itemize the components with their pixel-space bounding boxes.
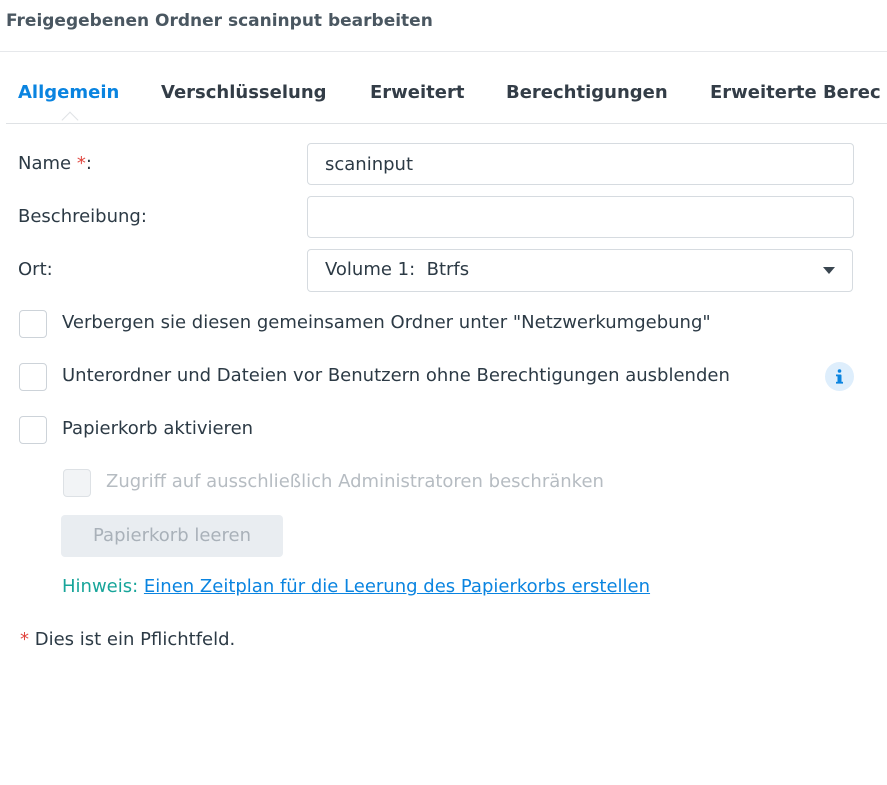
hide-subfolders-checkbox[interactable] <box>19 363 47 391</box>
recycle-bin-label: Papierkorb aktivieren <box>62 418 254 439</box>
required-mark: * <box>20 629 29 650</box>
recycle-bin-checkbox[interactable] <box>19 416 47 444</box>
name-input[interactable] <box>307 143 854 185</box>
admin-only-checkbox[interactable] <box>63 469 91 497</box>
empty-recycle-bin-button[interactable]: Papierkorb leeren <box>61 515 283 557</box>
tab-erweitert[interactable]: Erweitert <box>370 82 464 103</box>
hint-line: Hinweis: Einen Zeitplan für die Leerung … <box>62 576 650 597</box>
name-label: Name *: <box>18 153 92 174</box>
admin-only-label: Zugriff auf ausschließlich Administrator… <box>106 471 604 492</box>
hide-network-checkbox[interactable] <box>19 310 47 338</box>
info-icon[interactable] <box>825 362 854 391</box>
hint-prefix: Hinweis: <box>62 576 139 597</box>
active-tab-indicator <box>61 111 79 123</box>
tab-bar: Allgemein Verschlüsselung Erweitert Bere… <box>6 68 887 124</box>
tab-berechtigungen[interactable]: Berechtigungen <box>506 82 668 103</box>
description-label: Beschreibung: <box>18 206 147 227</box>
tab-verschluesselung[interactable]: Verschlüsselung <box>161 82 327 103</box>
location-select-value: Volume 1: Btrfs <box>325 259 470 280</box>
hide-subfolders-label: Unterordner und Dateien vor Benutzern oh… <box>62 365 730 386</box>
tab-erweiterte-berechtigungen[interactable]: Erweiterte Berec <box>710 82 881 103</box>
chevron-down-icon <box>823 267 835 274</box>
dialog-title-bar: Freigegebenen Ordner scaninput bearbeite… <box>0 0 887 52</box>
tab-allgemein[interactable]: Allgemein <box>18 82 119 103</box>
hide-network-label: Verbergen sie diesen gemeinsamen Ordner … <box>62 312 711 333</box>
dialog-title: Freigegebenen Ordner scaninput bearbeite… <box>6 11 433 31</box>
required-mark: * <box>76 153 86 174</box>
location-select[interactable]: Volume 1: Btrfs <box>307 249 853 292</box>
schedule-recycle-bin-link[interactable]: Einen Zeitplan für die Leerung des Papie… <box>144 576 650 597</box>
required-field-note: * Dies ist ein Pflichtfeld. <box>20 629 236 650</box>
location-label: Ort: <box>18 259 53 280</box>
description-input[interactable] <box>307 196 854 238</box>
